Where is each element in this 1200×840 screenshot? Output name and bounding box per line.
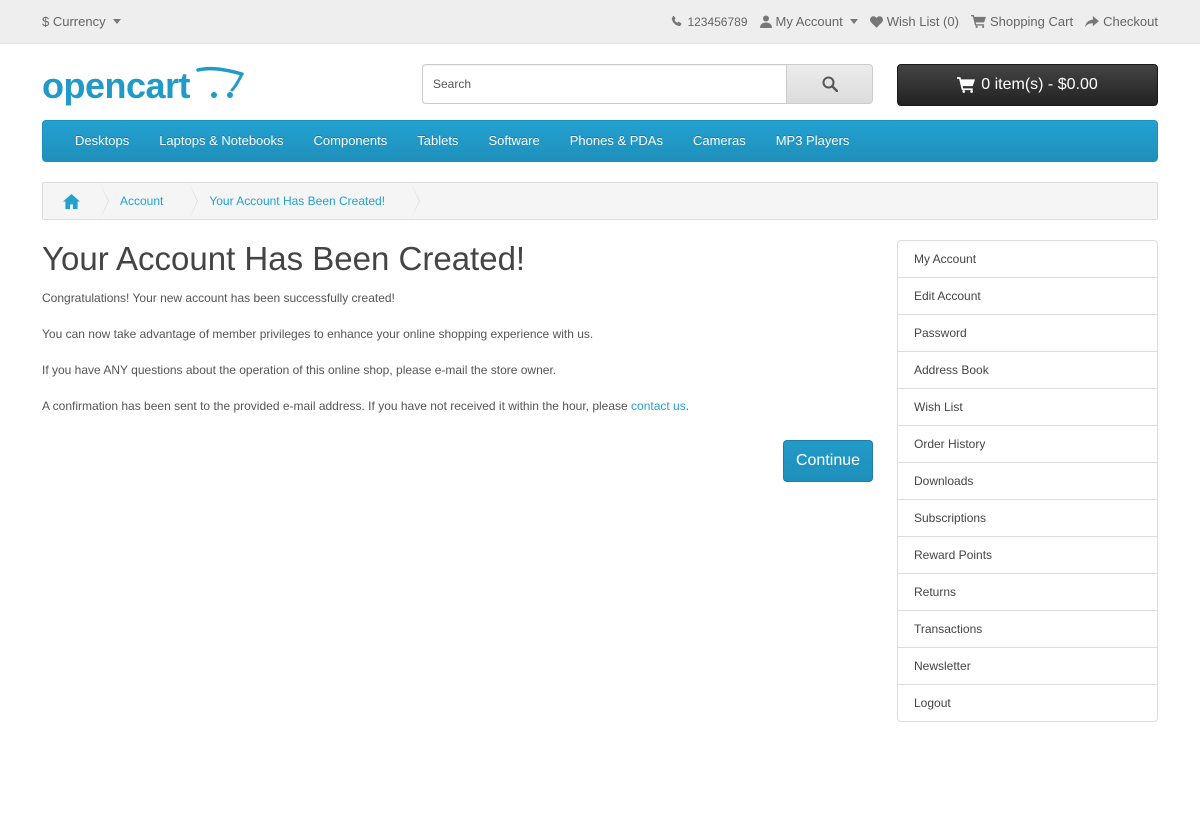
chevron-down-icon bbox=[849, 19, 858, 24]
cart-button[interactable]: 0 item(s) - $0.00 bbox=[897, 64, 1158, 106]
breadcrumb-link[interactable]: Your Account Has Been Created! bbox=[209, 194, 385, 208]
sidebar-item-reward-points[interactable]: Reward Points bbox=[898, 537, 1157, 574]
logo-text: opencart bbox=[42, 65, 191, 106]
currency-label: $ Currency bbox=[42, 14, 106, 29]
sidebar-item-newsletter[interactable]: Newsletter bbox=[898, 648, 1157, 685]
breadcrumb-home[interactable] bbox=[43, 183, 109, 219]
main-content: Your Account Has Been Created! Congratul… bbox=[42, 240, 873, 413]
sidebar-item-downloads[interactable]: Downloads bbox=[898, 463, 1157, 500]
menu-item-mp3-players[interactable]: MP3 Players bbox=[761, 121, 865, 161]
menu-item-desktops[interactable]: Desktops bbox=[60, 121, 144, 161]
menu-item-components[interactable]: Components bbox=[299, 121, 403, 161]
chevron-down-icon bbox=[112, 19, 121, 24]
currency-dropdown[interactable]: $ Currency bbox=[42, 14, 121, 29]
phone-link[interactable]: 123456789 bbox=[670, 14, 748, 29]
paragraph-end: . bbox=[685, 399, 690, 413]
wish-list-label: Wish List (0) bbox=[886, 14, 959, 29]
sidebar-item-edit-account[interactable]: Edit Account bbox=[898, 278, 1157, 315]
sidebar-item-password[interactable]: Password bbox=[898, 315, 1157, 352]
cart-icon bbox=[957, 77, 976, 93]
paragraph: Congratulations! Your new account has be… bbox=[42, 291, 395, 305]
sidebar-item-my-account[interactable]: My Account bbox=[898, 241, 1157, 278]
sidebar-item-transactions[interactable]: Transactions bbox=[898, 611, 1157, 648]
wish-list-link[interactable]: Wish List (0) bbox=[869, 14, 959, 29]
cart-summary: 0 item(s) - $0.00 bbox=[981, 76, 1098, 93]
main-menu: Desktops Laptops & Notebooks Components … bbox=[42, 120, 1158, 162]
paragraph: You can now take advantage of member pri… bbox=[42, 327, 594, 341]
share-icon bbox=[1085, 15, 1099, 27]
menu-item-cameras[interactable]: Cameras bbox=[678, 121, 761, 161]
account-sidebar: My Account Edit Account Password Address… bbox=[897, 240, 1158, 722]
menu-item-laptops-notebooks[interactable]: Laptops & Notebooks bbox=[144, 121, 298, 161]
breadcrumb-item-account[interactable]: Account bbox=[100, 183, 199, 219]
continue-button[interactable]: Continue bbox=[783, 440, 873, 482]
menu-item-phones-pdas[interactable]: Phones & PDAs bbox=[555, 121, 678, 161]
search-icon bbox=[822, 76, 838, 92]
heart-icon bbox=[869, 15, 883, 28]
sidebar-item-wish-list[interactable]: Wish List bbox=[898, 389, 1157, 426]
top-links: 123456789 My Account Wish List (0) Shopp… bbox=[670, 14, 1158, 29]
phone-icon bbox=[672, 15, 682, 27]
my-account-dropdown[interactable]: My Account bbox=[759, 14, 858, 29]
page-title: Your Account Has Been Created! bbox=[42, 240, 526, 277]
top-bar: $ Currency 123456789 My Account Wish Lis… bbox=[0, 0, 1200, 44]
search-button[interactable] bbox=[786, 64, 873, 104]
sidebar-item-logout[interactable]: Logout bbox=[898, 685, 1157, 721]
my-account-label: My Account bbox=[775, 14, 843, 29]
breadcrumb-link[interactable]: Account bbox=[120, 194, 163, 208]
cart-icon bbox=[971, 15, 986, 28]
header: opencart 0 item(s) - $0.00 bbox=[0, 44, 1200, 120]
shopping-cart-label: Shopping Cart bbox=[989, 14, 1074, 29]
paragraph: If you have ANY questions about the oper… bbox=[42, 363, 557, 377]
search-bar bbox=[422, 64, 873, 104]
user-icon bbox=[759, 15, 772, 28]
checkout-link[interactable]: Checkout bbox=[1085, 14, 1158, 29]
search-input[interactable] bbox=[422, 64, 786, 104]
paragraph: A confirmation has been sent to the prov… bbox=[42, 397, 689, 415]
breadcrumb-item-current[interactable]: Your Account Has Been Created! bbox=[189, 183, 420, 219]
breadcrumb: Account Your Account Has Been Created! bbox=[42, 182, 1158, 220]
menu-item-software[interactable]: Software bbox=[473, 121, 554, 161]
logo-cart-icon bbox=[196, 66, 244, 98]
sidebar-item-order-history[interactable]: Order History bbox=[898, 426, 1157, 463]
shopping-cart-link[interactable]: Shopping Cart bbox=[971, 14, 1073, 29]
phone-number: 123456789 bbox=[687, 14, 748, 29]
menu-item-tablets[interactable]: Tablets bbox=[402, 121, 473, 161]
sidebar-item-subscriptions[interactable]: Subscriptions bbox=[898, 500, 1157, 537]
opencart-logo[interactable]: opencart bbox=[42, 64, 244, 108]
checkout-label: Checkout bbox=[1103, 14, 1158, 29]
paragraph-text: A confirmation has been sent to the prov… bbox=[42, 399, 632, 413]
sidebar-item-returns[interactable]: Returns bbox=[898, 574, 1157, 611]
contact-us-link[interactable]: contact us bbox=[631, 399, 686, 413]
home-icon bbox=[63, 193, 80, 209]
sidebar-item-address-book[interactable]: Address Book bbox=[898, 352, 1157, 389]
